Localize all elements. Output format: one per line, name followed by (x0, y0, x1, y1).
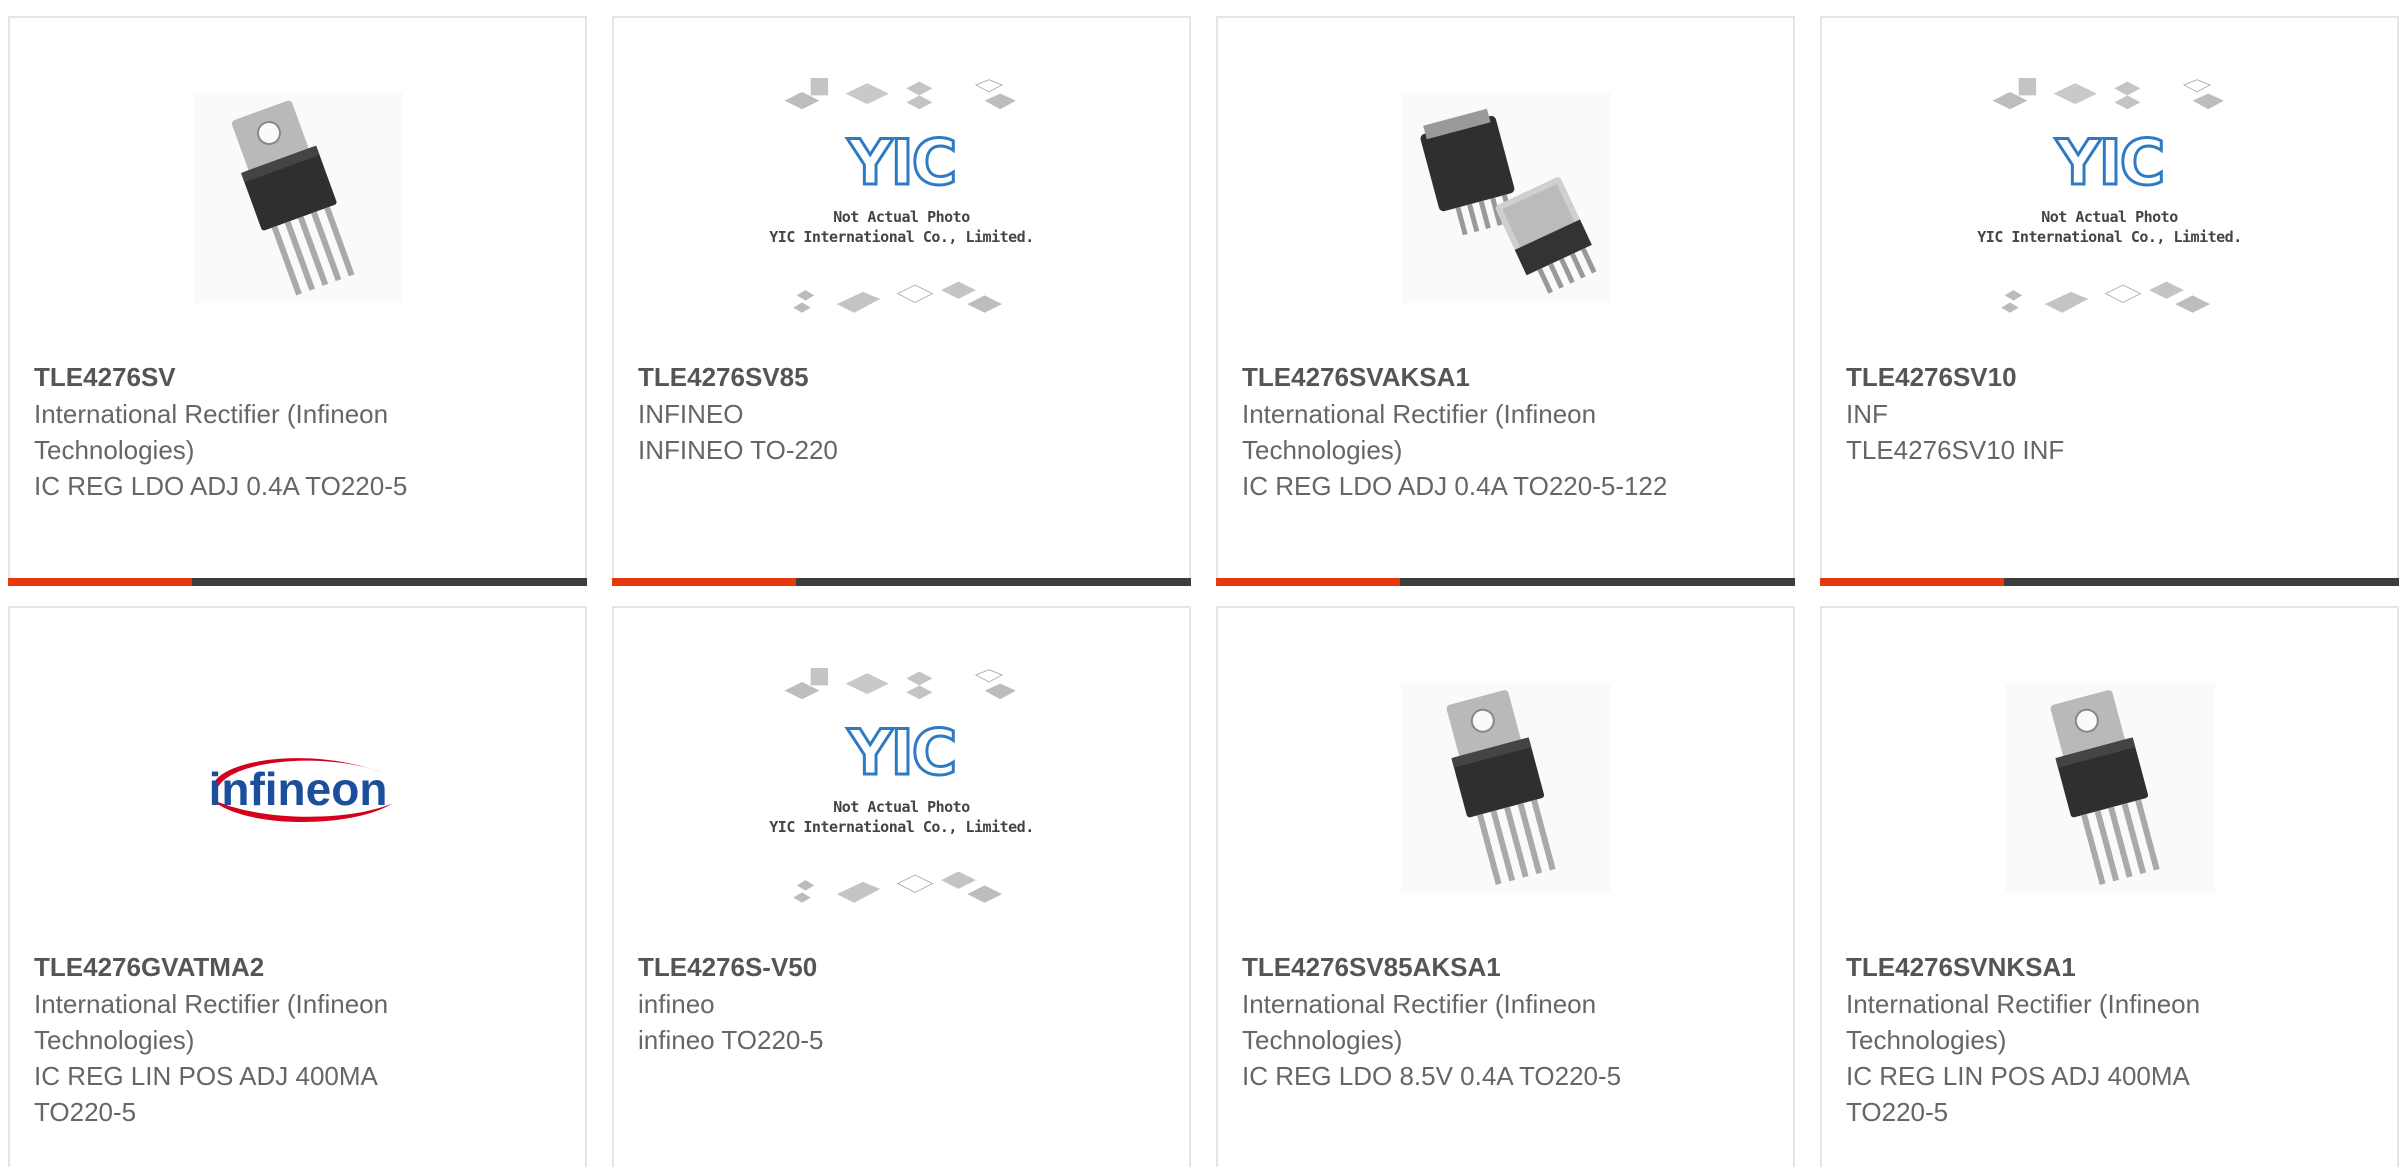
product-card[interactable]: TLE4276SVAKSA1 International Rectifier (… (1216, 16, 1795, 586)
manufacturer: International Rectifier (Infineon Techno… (34, 989, 389, 1055)
yic-placeholder-image: YIC Not Actual Photo YIC International C… (1975, 78, 2245, 318)
product-info: TLE4276SVNKSA1 International Rectifier (… (1846, 948, 2277, 1130)
product-image[interactable]: infineon (10, 668, 585, 908)
description: IC REG LDO ADJ 0.4A TO220-5-122 (1242, 471, 1668, 501)
yic-placeholder-image: YIC Not Actual Photo YIC International C… (767, 668, 1037, 908)
part-number[interactable]: TLE4276GVATMA2 (34, 948, 465, 986)
part-number[interactable]: TLE4276SVAKSA1 (1242, 358, 1673, 396)
product-image[interactable] (1822, 668, 2397, 908)
chips-icon (2000, 281, 2210, 313)
chips-icon (792, 871, 1002, 903)
placeholder-caption-2: YIC International Co., Limited. (1977, 228, 2242, 246)
chips-icon (784, 668, 1016, 700)
product-card[interactable]: YIC Not Actual Photo YIC International C… (1820, 16, 2399, 586)
product-card[interactable]: YIC Not Actual Photo YIC International C… (612, 16, 1191, 586)
manufacturer: International Rectifier (Infineon Techno… (1242, 399, 1597, 465)
infineon-logo-icon: infineon (208, 758, 393, 823)
product-image[interactable] (1218, 668, 1793, 908)
product-image[interactable] (1218, 78, 1793, 318)
placeholder-caption-1: Not Actual Photo (833, 798, 970, 816)
card-bottom-bar (8, 578, 587, 586)
part-number[interactable]: TLE4276SV (34, 358, 465, 396)
description: IC REG LDO 8.5V 0.4A TO220-5 (1242, 1061, 1622, 1091)
to263-package-photo-icon (1400, 93, 1611, 303)
to220-5-transistor-photo-icon (1400, 683, 1611, 893)
description: infineo TO220-5 (638, 1025, 824, 1055)
yic-logo: YIC (2054, 126, 2166, 199)
product-info: TLE4276GVATMA2 International Rectifier (… (34, 948, 465, 1130)
part-number[interactable]: TLE4276SVNKSA1 (1846, 948, 2277, 986)
product-info: TLE4276SVAKSA1 International Rectifier (… (1242, 358, 1673, 504)
manufacturer: International Rectifier (Infineon Techno… (1846, 989, 2201, 1055)
product-info: TLE4276SV85 INFINEO INFINEO TO-220 (638, 358, 1069, 468)
product-card[interactable]: infineon TLE4276GVATMA2 International Re… (8, 606, 587, 1167)
product-info: TLE4276SV85AKSA1 International Rectifier… (1242, 948, 1673, 1094)
chips-icon (784, 78, 1016, 110)
chips-icon (792, 281, 1002, 313)
manufacturer: INFINEO (638, 399, 744, 429)
placeholder-caption-2: YIC International Co., Limited. (769, 818, 1034, 836)
product-info: TLE4276SV International Rectifier (Infin… (34, 358, 465, 504)
card-bottom-bar (612, 578, 1191, 586)
placeholder-caption-1: Not Actual Photo (2041, 208, 2178, 226)
manufacturer: International Rectifier (Infineon Techno… (34, 399, 389, 465)
part-number[interactable]: TLE4276SV85AKSA1 (1242, 948, 1673, 986)
product-info: TLE4276S-V50 infineo infineo TO220-5 (638, 948, 1069, 1058)
logo-text: infineon (208, 763, 387, 815)
product-card[interactable]: TLE4276SV International Rectifier (Infin… (8, 16, 587, 586)
product-info: TLE4276SV10 INF TLE4276SV10 INF (1846, 358, 2277, 468)
product-card[interactable]: TLE4276SVNKSA1 International Rectifier (… (1820, 606, 2399, 1167)
yic-logo: YIC (846, 716, 958, 789)
card-bottom-bar (1216, 578, 1795, 586)
description: IC REG LIN POS ADJ 400MA TO220-5 (1846, 1061, 2189, 1127)
manufacturer: infineo (638, 989, 715, 1019)
chips-icon (1992, 78, 2224, 110)
to220-5-transistor-photo-icon (2004, 683, 2215, 893)
description: INFINEO TO-220 (638, 435, 838, 465)
product-card[interactable]: YIC Not Actual Photo YIC International C… (612, 606, 1191, 1167)
product-image[interactable]: YIC Not Actual Photo YIC International C… (614, 78, 1189, 318)
placeholder-caption-1: Not Actual Photo (833, 208, 970, 226)
product-image[interactable]: YIC Not Actual Photo YIC International C… (1822, 78, 2397, 318)
yic-placeholder-image: YIC Not Actual Photo YIC International C… (767, 78, 1037, 318)
placeholder-caption-2: YIC International Co., Limited. (769, 228, 1034, 246)
part-number[interactable]: TLE4276SV85 (638, 358, 1069, 396)
product-image[interactable]: YIC Not Actual Photo YIC International C… (614, 668, 1189, 908)
yic-logo: YIC (846, 126, 958, 199)
description: IC REG LDO ADJ 0.4A TO220-5 (34, 471, 408, 501)
card-bottom-bar (1820, 578, 2399, 586)
description: TLE4276SV10 INF (1846, 435, 2065, 465)
product-card[interactable]: TLE4276SV85AKSA1 International Rectifier… (1216, 606, 1795, 1167)
part-number[interactable]: TLE4276SV10 (1846, 358, 2277, 396)
manufacturer: International Rectifier (Infineon Techno… (1242, 989, 1597, 1055)
manufacturer: INF (1846, 399, 1888, 429)
product-image[interactable] (10, 78, 585, 318)
to220-5-transistor-photo-icon (192, 93, 403, 303)
part-number[interactable]: TLE4276S-V50 (638, 948, 1069, 986)
description: IC REG LIN POS ADJ 400MA TO220-5 (34, 1061, 377, 1127)
